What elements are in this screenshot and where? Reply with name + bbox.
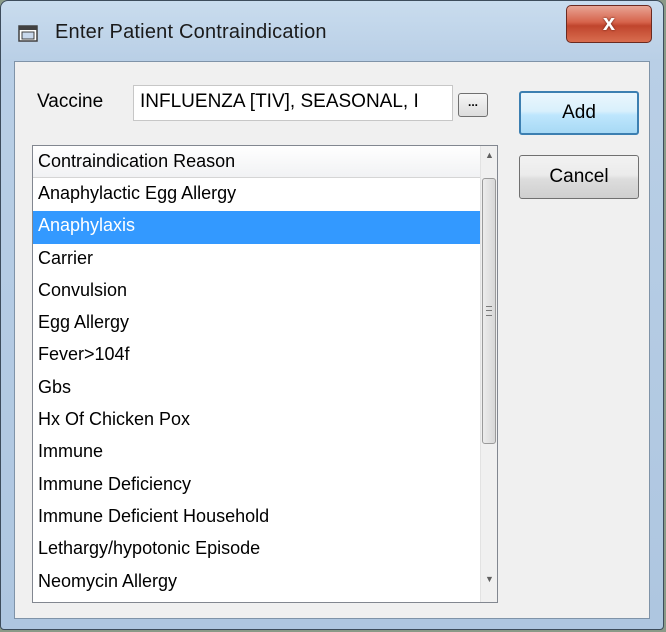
dialog-content: Vaccine INFLUENZA [TIV], SEASONAL, I ...… xyxy=(14,61,650,619)
dialog-window: Enter Patient Contraindication x Vaccine… xyxy=(0,0,664,630)
contraindication-list[interactable]: Contraindication Reason Anaphylactic Egg… xyxy=(32,145,498,603)
list-item[interactable]: Other Allergy xyxy=(33,599,480,602)
close-button[interactable]: x xyxy=(566,5,652,43)
list-item[interactable]: Fever>104f xyxy=(33,340,480,372)
list-column-header[interactable]: Contraindication Reason xyxy=(33,146,480,178)
list-item[interactable]: Immune Deficient Household xyxy=(33,502,480,534)
window-title: Enter Patient Contraindication xyxy=(55,21,327,43)
list-item[interactable]: Convulsion xyxy=(33,276,480,308)
list-rows: Anaphylactic Egg Allergy Anaphylaxis Carri… xyxy=(33,179,480,602)
list-item[interactable]: Egg Allergy xyxy=(33,308,480,340)
list-item[interactable]: Hx Of Chicken Pox xyxy=(33,405,480,437)
list-item[interactable]: Immune xyxy=(33,437,480,469)
list-item[interactable]: Anaphylaxis xyxy=(33,211,480,244)
add-button[interactable]: Add xyxy=(519,91,639,135)
list-item[interactable]: Gbs xyxy=(33,373,480,405)
grip-icon xyxy=(486,306,492,316)
browse-vaccine-button[interactable]: ... xyxy=(458,93,488,117)
list-item[interactable]: Carrier xyxy=(33,244,480,276)
window-icon xyxy=(18,25,38,42)
scroll-down-arrow-icon[interactable]: ▼ xyxy=(481,574,497,600)
vaccine-label: Vaccine xyxy=(37,91,104,112)
scroll-up-arrow-icon[interactable]: ▲ xyxy=(481,150,497,176)
scroll-thumb[interactable] xyxy=(482,178,496,444)
title-bar[interactable]: Enter Patient Contraindication x xyxy=(1,1,663,61)
list-item[interactable]: Anaphylactic Egg Allergy xyxy=(33,179,480,211)
list-item[interactable]: Immune Deficiency xyxy=(33,470,480,502)
vertical-scrollbar[interactable]: ▲ ▼ xyxy=(480,146,497,602)
list-item[interactable]: Lethargy/hypotonic Episode xyxy=(33,534,480,566)
cancel-button[interactable]: Cancel xyxy=(519,155,639,199)
list-item[interactable]: Neomycin Allergy xyxy=(33,567,480,599)
vaccine-field[interactable]: INFLUENZA [TIV], SEASONAL, I xyxy=(133,85,453,121)
